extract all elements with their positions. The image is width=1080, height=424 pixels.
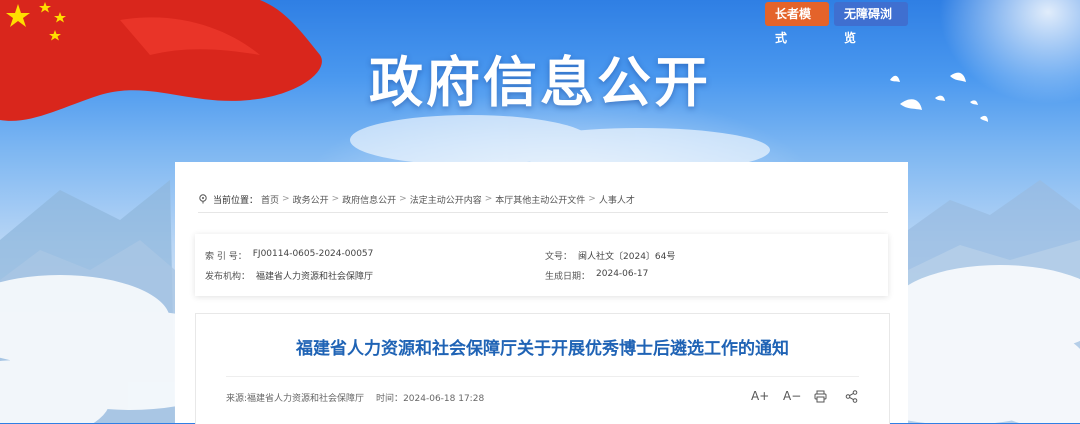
- site-title: 政府信息公开: [369, 51, 711, 114]
- share-icon: [845, 390, 858, 403]
- article-time-label: 时间：: [376, 394, 404, 404]
- breadcrumb-link-other-files[interactable]: 本厅其他主动公开文件: [495, 193, 585, 206]
- document-metadata-box: 索 引 号： FJ00114-0605-2024-00057 文号： 闽人社文〔…: [195, 234, 888, 296]
- meta-publisher-value: 福建省人力资源和社会保障厅: [256, 272, 374, 282]
- breadcrumb-separator: >: [399, 194, 407, 204]
- content-panel: 当前位置： 首页 > 政务公开 > 政府信息公开 > 法定主动公开内容 > 本厅…: [175, 162, 908, 424]
- location-pin-icon: [199, 194, 207, 204]
- breadcrumb-link-gov-affairs[interactable]: 政务公开: [293, 193, 329, 206]
- share-button[interactable]: [845, 390, 858, 403]
- meta-created-key: 生成日期：: [545, 272, 591, 282]
- breadcrumb-separator: >: [588, 194, 596, 204]
- font-increase-button[interactable]: A+: [751, 389, 769, 403]
- article-title: 福建省人力资源和社会保障厅关于开展优秀博士后遴选工作的通知: [296, 339, 789, 359]
- meta-doc-no-row: 文号： 闽人社文〔2024〕64号: [545, 249, 675, 262]
- breadcrumb-link-home[interactable]: 首页: [261, 193, 279, 206]
- breadcrumb-link-statutory-content[interactable]: 法定主动公开内容: [410, 193, 482, 206]
- breadcrumb-current-label: 当前位置：: [213, 195, 259, 206]
- article-time-value: 2024-06-18 17:28: [403, 394, 485, 404]
- meta-doc-no-value: 闽人社文〔2024〕64号: [578, 252, 676, 262]
- meta-index-row: 索 引 号： FJ00114-0605-2024-00057: [205, 249, 373, 262]
- article-section: 福建省人力资源和社会保障厅关于开展优秀博士后遴选工作的通知 来源:福建省人力资源…: [195, 313, 890, 424]
- meta-index-key: 索 引 号：: [205, 252, 247, 262]
- print-button[interactable]: [814, 390, 827, 403]
- accessible-browse-button[interactable]: 无障碍浏览: [834, 2, 908, 45]
- font-decrease-button[interactable]: A−: [783, 389, 801, 403]
- breadcrumb-link-info-disclosure[interactable]: 政府信息公开: [342, 193, 396, 206]
- article-source: 来源:福建省人力资源和社会保障厅: [226, 394, 365, 404]
- article-divider: [226, 376, 859, 377]
- breadcrumb-separator: >: [331, 194, 340, 204]
- meta-publisher-key: 发布机构：: [205, 272, 251, 282]
- breadcrumb-link-personnel[interactable]: 人事人才: [599, 193, 635, 206]
- printer-icon: [814, 390, 827, 403]
- article-info: 来源:福建省人力资源和社会保障厅 时间：2024-06-18 17:28: [226, 391, 484, 404]
- breadcrumb-separator: >: [282, 194, 290, 204]
- breadcrumb-separator: >: [484, 194, 493, 204]
- meta-index-value: FJ00114-0605-2024-00057: [252, 249, 374, 259]
- meta-created-value: 2024-06-17: [596, 269, 649, 279]
- elder-mode-button[interactable]: 长者模式: [765, 2, 829, 45]
- breadcrumb: 当前位置： 首页 > 政务公开 > 政府信息公开 > 法定主动公开内容 > 本厅…: [198, 186, 888, 213]
- font-decrease-label: A−: [783, 389, 802, 403]
- meta-publisher-row: 发布机构： 福建省人力资源和社会保障厅: [205, 269, 373, 282]
- meta-created-row: 生成日期： 2024-06-17: [545, 269, 648, 282]
- article-time: 时间：2024-06-18 17:28: [376, 391, 484, 404]
- meta-doc-no-key: 文号：: [545, 252, 573, 262]
- font-increase-label: A+: [751, 389, 770, 403]
